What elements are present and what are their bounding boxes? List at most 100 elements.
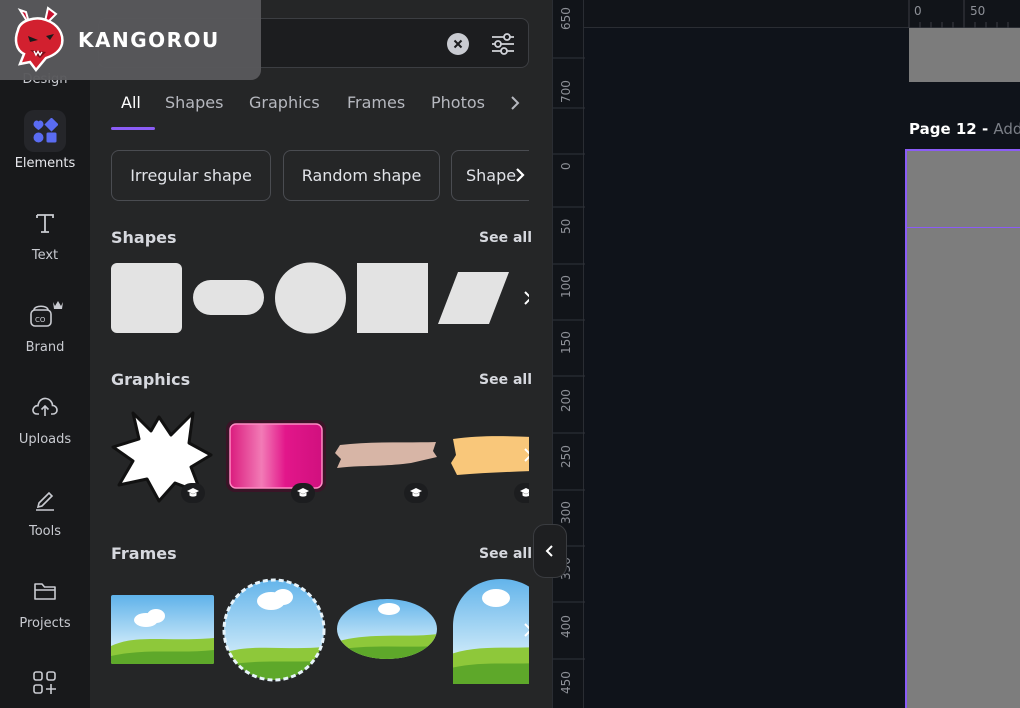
- rail-label-tools: Tools: [28, 524, 62, 539]
- tab-all[interactable]: All: [121, 93, 141, 112]
- ruler-label: 650: [559, 7, 573, 30]
- premium-badge: [291, 483, 315, 503]
- shape-rounded-square: [111, 263, 182, 333]
- search-input[interactable]: [269, 31, 449, 55]
- elements-icon: [24, 110, 66, 152]
- horizontal-ruler: 0 50: [584, 0, 1020, 28]
- rail-item-elements[interactable]: Elements: [0, 110, 90, 190]
- text-icon: [24, 202, 66, 244]
- frames-row: [111, 576, 529, 684]
- active-tab-indicator: [111, 127, 155, 130]
- shapes-section-title: Shapes: [111, 228, 177, 247]
- shapes-next-button[interactable]: [514, 262, 529, 334]
- frames-next-button[interactable]: [514, 576, 529, 684]
- premium-badge: [404, 483, 428, 503]
- ruler-label: 700: [559, 80, 573, 103]
- frame-oval: [337, 599, 437, 659]
- frame-scalloped-circle: [224, 580, 324, 680]
- rail-label-uploads: Uploads: [18, 432, 72, 447]
- clear-search-button[interactable]: [447, 33, 469, 55]
- ruler-label: 50: [559, 218, 573, 234]
- rail-label-elements: Elements: [14, 156, 76, 171]
- brand-name: KANGOROU: [78, 28, 220, 52]
- tools-icon: [24, 478, 66, 520]
- ruler-label: 100: [559, 275, 573, 298]
- chip-random-shape[interactable]: Random shape: [283, 150, 440, 201]
- graduation-cap-icon: [297, 488, 309, 497]
- graphics-next-button[interactable]: [514, 405, 529, 505]
- graphics-section-title: Graphics: [111, 370, 191, 389]
- rail-item-text[interactable]: Text: [0, 202, 90, 282]
- rail-label-projects: Projects: [19, 616, 71, 631]
- rail-item-uploads[interactable]: Uploads: [0, 386, 90, 466]
- tab-photos[interactable]: Photos: [431, 93, 485, 112]
- chips-next-icon[interactable]: [511, 164, 529, 186]
- brand-logo: KANGOROU: [0, 0, 261, 80]
- shapes-see-all-link[interactable]: See all: [479, 230, 532, 246]
- shape-pill: [193, 280, 264, 315]
- tabs-next-icon[interactable]: [507, 92, 523, 114]
- rail-label-brand: Brand: [25, 340, 65, 355]
- ruler-label: 50: [970, 4, 986, 18]
- close-icon: [453, 39, 463, 49]
- chevron-right-icon: [524, 623, 529, 637]
- ruler-label: 0: [914, 4, 922, 18]
- chip-label: Irregular shape: [130, 166, 252, 185]
- chip-irregular-shape[interactable]: Irregular shape: [111, 150, 271, 201]
- apps-icon: [24, 662, 66, 704]
- collapse-panel-button[interactable]: [533, 524, 567, 578]
- page-12-artboard[interactable]: [905, 149, 1020, 708]
- ruler-label: 0: [559, 162, 573, 170]
- tab-shapes[interactable]: Shapes: [165, 93, 223, 112]
- premium-badge: [181, 483, 205, 503]
- kangaroo-logo-icon: [14, 6, 64, 73]
- chevron-left-icon: [545, 545, 553, 557]
- rail-item-brand[interactable]: CO Brand: [0, 294, 90, 374]
- shape-square: [357, 263, 428, 333]
- filter-sliders-icon: [492, 33, 514, 55]
- page-title[interactable]: Page 12 - Add: [909, 120, 1020, 138]
- frames-see-all-link[interactable]: See all: [479, 546, 532, 562]
- uploads-icon: [24, 386, 66, 428]
- previous-page-thumbnail[interactable]: [909, 28, 1020, 82]
- ruler-label: 300: [559, 501, 573, 524]
- graphic-pink-brush-rectangle: [226, 420, 326, 492]
- ruler-label: 450: [559, 671, 573, 694]
- chip-label: Random shape: [301, 166, 422, 185]
- ruler-label: 200: [559, 389, 573, 412]
- projects-icon: [24, 570, 66, 612]
- tab-graphics[interactable]: Graphics: [249, 93, 320, 112]
- graphics-row: [111, 405, 529, 505]
- rail-label-text: Text: [31, 248, 59, 263]
- shape-circle: [275, 262, 346, 334]
- chip-label: Shape: [466, 166, 517, 185]
- filter-button[interactable]: [489, 30, 517, 58]
- ruler-label: 250: [559, 445, 573, 468]
- graduation-cap-icon: [410, 488, 422, 497]
- editor-window: Design Elements Text: [0, 0, 1020, 708]
- chevron-right-icon: [524, 448, 529, 462]
- graphics-see-all-link[interactable]: See all: [479, 372, 532, 388]
- vertical-ruler: 650 700 0 50 100 150 200 250 300 350 400…: [552, 0, 585, 708]
- shape-parallelogram: [438, 272, 509, 324]
- shapes-row: [111, 262, 529, 334]
- brand-icon: CO: [24, 294, 66, 336]
- selection-guide-line: [907, 227, 1020, 228]
- ruler-label: 150: [559, 331, 573, 354]
- page-title-label: Page 12 -: [909, 120, 994, 138]
- rail-item-tools[interactable]: Tools: [0, 478, 90, 558]
- svg-text:CO: CO: [35, 316, 46, 324]
- frames-section-title: Frames: [111, 544, 177, 563]
- tab-frames[interactable]: Frames: [347, 93, 405, 112]
- rail-item-apps[interactable]: [0, 662, 90, 708]
- frame-rectangle: [111, 595, 214, 664]
- chevron-right-icon: [524, 291, 529, 305]
- left-nav-rail: Design Elements Text: [0, 0, 90, 708]
- suggestion-chips: Irregular shape Random shape Shape: [111, 150, 529, 202]
- ruler-label: 400: [559, 615, 573, 638]
- rail-item-projects[interactable]: Projects: [0, 570, 90, 650]
- graphic-beige-brush-stroke: [335, 442, 437, 468]
- add-page-title-placeholder[interactable]: Add: [993, 120, 1020, 138]
- graduation-cap-icon: [187, 488, 199, 497]
- category-tabs: All Shapes Graphics Frames Photos: [111, 88, 531, 132]
